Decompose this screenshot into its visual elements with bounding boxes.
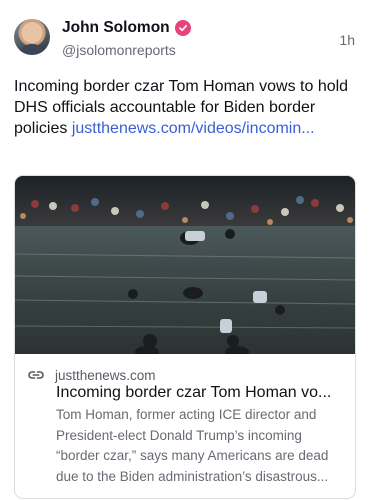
author-handle[interactable]: @jsolomonreports — [62, 42, 176, 58]
post[interactable]: John Solomon @jsolomonreports 1h Incomin… — [0, 0, 371, 500]
link-card-image[interactable] — [15, 176, 355, 354]
verified-badge-icon — [174, 20, 191, 36]
author-name[interactable]: John Solomon — [62, 19, 170, 37]
link-card-domain-row: justthenews.com — [27, 366, 156, 384]
link-card-description: Tom Homan, former acting ICE director an… — [56, 407, 329, 484]
author-row: John Solomon — [62, 19, 191, 37]
avatar[interactable] — [14, 19, 50, 55]
link-card-title[interactable]: Incoming border czar Tom Homan vo... — [56, 384, 346, 402]
link-card[interactable]: justthenews.com Incoming border czar Tom… — [14, 175, 356, 499]
post-link[interactable]: justthenews.com/videos/incomin... — [72, 120, 315, 137]
link-card-domain: justthenews.com — [55, 367, 156, 383]
link-icon — [28, 371, 44, 379]
post-text: Incoming border czar Tom Homan vows to h… — [14, 76, 354, 139]
post-time: 1h — [339, 32, 355, 48]
